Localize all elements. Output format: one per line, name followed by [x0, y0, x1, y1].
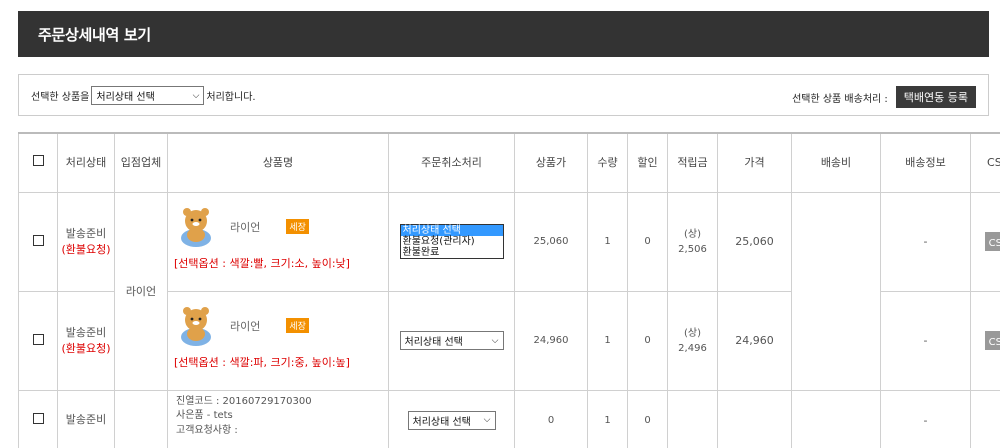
vendor-cell: 라이언 — [114, 191, 168, 391]
status-text: 발송준비 — [65, 326, 107, 340]
gift-name: 사은품 - tets — [176, 410, 233, 421]
refund-status-text: (환불요청) — [61, 341, 111, 355]
shipping-fee-cell — [791, 191, 881, 391]
row-select-cell[interactable] — [18, 389, 58, 448]
status-cell: 발송준비 (환불요청) — [57, 290, 115, 391]
shipping-info: - — [880, 389, 971, 448]
points-value: 2,506 — [678, 243, 707, 255]
product-cell: 라이언 세장 [선택옵션 : 색깔:파, 크기:중, 높이:높] — [167, 290, 389, 391]
cancel-status-select[interactable]: 처리상태 선택 ⌵ — [399, 331, 504, 350]
cs-manage-button[interactable]: CS관리 — [984, 232, 1000, 251]
bulk-action-bar: 선택한 상품을 처리상태 선택 ⌵ 처리합니다. 선택한 상품 배송처리 : 택… — [18, 74, 989, 116]
unit-price: 25,060 — [514, 191, 588, 292]
product-badge: 세장 — [286, 318, 309, 333]
row-select-cell[interactable] — [18, 290, 58, 391]
header-qty: 수량 — [587, 132, 628, 193]
header-cs: CS관리 — [970, 132, 1000, 193]
gift-info-cell: 진열코드 : 20160729170300 사은품 - tets 고객요청사항 … — [167, 389, 389, 448]
product-thumbnail[interactable] — [174, 205, 218, 249]
refund-status-text: (환불요청) — [61, 242, 111, 256]
cancel-status-select-value: 처리상태 선택 — [404, 337, 463, 348]
listbox-option[interactable]: 환불요청(관리자) — [401, 236, 503, 247]
bulk-suffix-text: 처리합니다. — [206, 92, 256, 103]
cs-cell: CS관리 — [970, 191, 1000, 292]
bulk-prefix-text: 선택한 상품을 — [31, 92, 90, 103]
select-all-checkbox[interactable] — [32, 154, 44, 166]
product-option: [선택옵션 : 색깔:빨, 크기:소, 높이:낮] — [174, 256, 350, 270]
status-cell: 발송준비 (환불요청) — [57, 191, 115, 292]
cs-cell — [970, 389, 1000, 448]
header-unit-price: 상품가 — [514, 132, 588, 193]
status-text: 발송준비 — [65, 413, 107, 427]
display-code: 진열코드 : 20160729170300 — [176, 395, 312, 407]
header-select-all[interactable] — [18, 132, 58, 193]
header-shipping-fee: 배송비 — [791, 132, 881, 193]
points-cell: (상) 2,496 — [667, 290, 718, 391]
header-status: 처리상태 — [57, 132, 115, 193]
points-cell — [667, 389, 718, 448]
table-row: 발송준비 (환불요청) 라이언 라이언 세장 [선택옵션: 색깔:빨, 크기:… — [18, 191, 1000, 391]
quantity: 1 — [587, 389, 628, 448]
header-vendor: 입점업체 — [114, 132, 168, 193]
cancel-cell: 처리상태 선택 ⌵ — [388, 389, 515, 448]
bulk-status-select[interactable]: 처리상태 선택 ⌵ — [91, 86, 205, 105]
vendor-cell — [114, 389, 168, 448]
cs-cell: CS관리 — [970, 290, 1000, 391]
product-cell: 라이언 세장 [선택옵션 : 색깔:빨, 크기:소, 높이:낮] — [167, 191, 389, 292]
product-badge: 세장 — [286, 219, 309, 234]
discount: 0 — [627, 290, 668, 391]
chevron-down-icon: ⌵ — [483, 415, 491, 425]
listbox-option[interactable]: 환불완료 — [401, 247, 503, 258]
table-row: 발송준비 진열코드 : 20160729170300 사은품 - tets 고객… — [18, 389, 1000, 448]
status-cell: 발송준비 — [57, 389, 115, 448]
chevron-down-icon: ⌵ — [192, 90, 200, 101]
product-option: [선택옵션 : 색깔:파, 크기:중, 높이:높] — [174, 355, 350, 369]
unit-price: 0 — [514, 389, 588, 448]
discount: 0 — [627, 191, 668, 292]
price: 25,060 — [717, 191, 792, 292]
table-header-row: 처리상태 입점업체 상품명 주문취소처리 상품가 수량 할인 적립금 가격 배송… — [18, 132, 1000, 193]
chevron-down-icon: ⌵ — [491, 335, 499, 346]
cancel-status-listbox[interactable]: 처리상태 선택 환불요청(관리자) 환불완료 — [399, 224, 504, 259]
header-points: 적립금 — [667, 132, 718, 193]
points-label: (상) — [683, 228, 701, 240]
cancel-cell: 처리상태 선택 ⌵ — [388, 290, 515, 391]
discount: 0 — [627, 389, 668, 448]
cancel-cell: 처리상태 선택 환불요청(관리자) 환불완료 — [388, 191, 515, 292]
listbox-option-selected[interactable]: 처리상태 선택 — [400, 225, 503, 236]
bulk-status-select-value: 처리상태 선택 — [96, 92, 155, 103]
header-cancel: 주문취소처리 — [388, 132, 515, 193]
courier-register-button[interactable]: 택배연동 등록 — [895, 86, 976, 108]
quantity: 1 — [587, 191, 628, 292]
status-text: 발송준비 — [65, 227, 107, 241]
header-discount: 할인 — [627, 132, 668, 193]
header-product: 상품명 — [167, 132, 389, 193]
product-name[interactable]: 라이언 — [230, 318, 260, 334]
cancel-status-select[interactable]: 처리상태 선택 ⌵ — [407, 410, 496, 430]
price — [717, 389, 792, 448]
shipping-info: - — [880, 191, 971, 292]
shipping-info: - — [880, 290, 971, 391]
row-checkbox[interactable] — [32, 234, 44, 246]
header-shipping-info: 배송정보 — [880, 132, 971, 193]
price: 24,960 — [717, 290, 792, 391]
unit-price: 24,960 — [514, 290, 588, 391]
row-checkbox[interactable] — [32, 413, 44, 424]
points-value: 2,496 — [678, 342, 707, 354]
points-cell: (상) 2,506 — [667, 191, 718, 292]
points-label: (상) — [683, 327, 701, 339]
row-select-cell[interactable] — [18, 191, 58, 292]
quantity: 1 — [587, 290, 628, 391]
order-items-table: 처리상태 입점업체 상품명 주문취소처리 상품가 수량 할인 적립금 가격 배송… — [18, 132, 1000, 448]
product-thumbnail[interactable] — [174, 304, 218, 348]
page-title: 주문상세내역 보기 — [18, 11, 989, 57]
header-price: 가격 — [717, 132, 792, 193]
row-checkbox[interactable] — [32, 333, 44, 345]
product-name[interactable]: 라이언 — [230, 219, 260, 235]
customer-request: 고객요청사항 : — [176, 424, 238, 436]
shipping-label: 선택한 상품 배송처리 : — [792, 93, 888, 105]
shipping-fee-cell — [791, 389, 881, 448]
cs-manage-button[interactable]: CS관리 — [984, 331, 1000, 350]
cancel-status-select-value: 처리상태 선택 — [412, 416, 471, 428]
